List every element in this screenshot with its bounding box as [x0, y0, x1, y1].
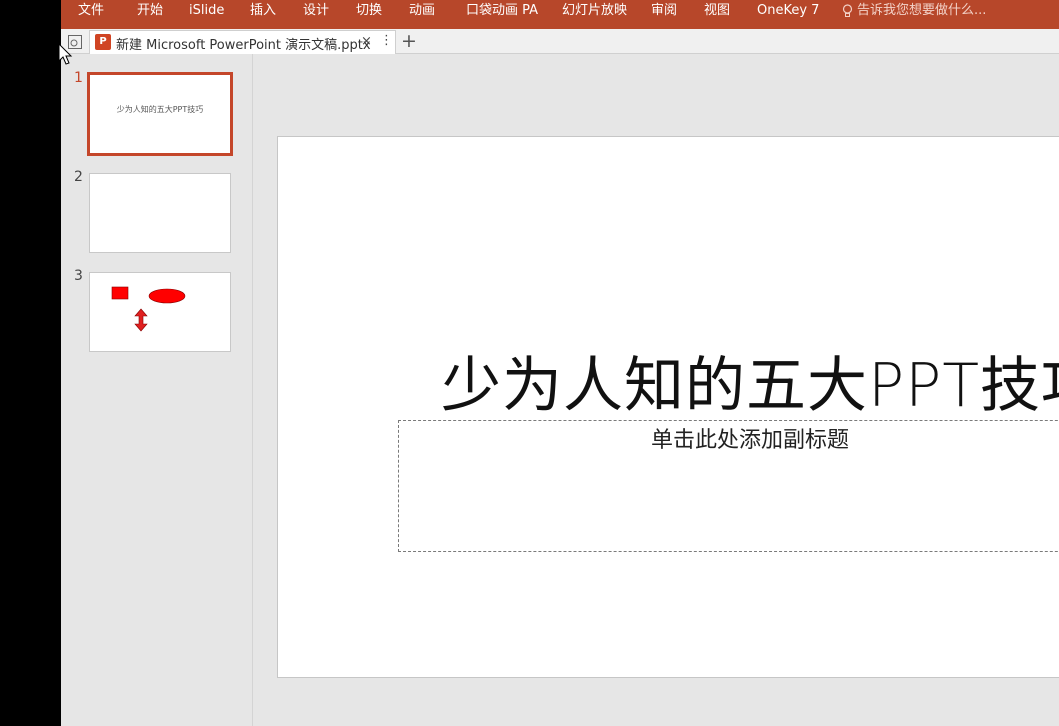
slide-thumbnail-2[interactable] [89, 173, 231, 253]
current-slide[interactable]: 少为人知的五大PPT技巧 单击此处添加副标题 [277, 136, 1059, 678]
red-rectangle-shape [111, 286, 129, 300]
double-arrow-shape [134, 308, 148, 332]
menu-home[interactable]: 开始 [137, 3, 163, 19]
menu-transitions[interactable]: 切换 [356, 3, 382, 19]
slide-thumbnails-pane: 1 少为人知的五大PPT技巧 2 3 [61, 54, 253, 726]
subtitle-placeholder[interactable]: 单击此处添加副标题 [398, 420, 1059, 552]
menu-view[interactable]: 视图 [704, 3, 730, 19]
ribbon-menu-bar: 文件 开始 iSlide 插入 设计 切换 动画 口袋动画 PA 幻灯片放映 审… [61, 0, 1059, 29]
subtitle-placeholder-text: 单击此处添加副标题 [651, 428, 850, 453]
mouse-cursor-icon [58, 43, 73, 65]
slide-title[interactable]: 少为人知的五大PPT技巧 [441, 337, 1059, 424]
slide-thumbnail-3[interactable] [89, 272, 231, 352]
menu-pocket-animation[interactable]: 口袋动画 PA [466, 3, 538, 19]
lightbulb-icon [842, 4, 853, 17]
menu-islide[interactable]: iSlide [189, 3, 224, 19]
tell-me-search[interactable]: 告诉我您想要做什么... [842, 3, 986, 19]
menu-review[interactable]: 审阅 [651, 3, 677, 19]
menu-insert[interactable]: 插入 [250, 3, 276, 19]
menu-slideshow[interactable]: 幻灯片放映 [562, 3, 627, 19]
more-options-icon[interactable]: ⋮ [380, 33, 393, 48]
thumbnail-shapes [111, 286, 186, 332]
close-tab-icon[interactable]: × [361, 34, 372, 49]
thumbnail-title-text: 少为人知的五大PPT技巧 [116, 105, 204, 114]
menu-file[interactable]: 文件 [78, 3, 104, 19]
tell-me-text: 告诉我您想要做什么... [857, 3, 987, 18]
document-tab-title: 新建 Microsoft PowerPoint 演示文稿.pptx [116, 38, 371, 53]
thumbnail-number-2: 2 [74, 169, 83, 185]
document-tab[interactable]: P 新建 Microsoft PowerPoint 演示文稿.pptx × ⋮ [89, 30, 396, 54]
thumbnail-number-1: 1 [74, 70, 83, 86]
menu-design[interactable]: 设计 [303, 3, 329, 19]
new-tab-button[interactable]: + [399, 30, 419, 52]
powerpoint-window: 文件 开始 iSlide 插入 设计 切换 动画 口袋动画 PA 幻灯片放映 审… [61, 0, 1059, 726]
red-ellipse-shape [148, 288, 186, 304]
powerpoint-file-icon: P [95, 34, 111, 50]
document-tab-bar: P 新建 Microsoft PowerPoint 演示文稿.pptx × ⋮ … [61, 29, 1059, 54]
thumbnail-number-3: 3 [74, 268, 83, 284]
menu-animations[interactable]: 动画 [409, 3, 435, 19]
slide-editing-canvas: 少为人知的五大PPT技巧 单击此处添加副标题 [253, 54, 1059, 726]
slide-thumbnail-1[interactable]: 少为人知的五大PPT技巧 [87, 72, 233, 156]
menu-onekey[interactable]: OneKey 7 [757, 3, 819, 19]
